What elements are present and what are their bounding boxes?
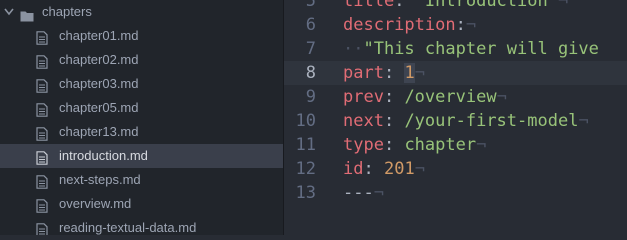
file-label: chapter03.md: [59, 76, 139, 91]
file-text-icon: [36, 29, 48, 45]
code-token: prev: [343, 87, 384, 107]
file-label: chapter02.md: [59, 52, 139, 67]
file-text-icon: [36, 221, 48, 235]
code-token: next: [343, 111, 384, 131]
line-number: 12: [295, 159, 316, 179]
line-number: 10: [295, 111, 316, 131]
code-text: ··"This chapter will give: [343, 37, 599, 61]
file-label: next-steps.md: [59, 172, 141, 187]
invisible-char: ¬: [476, 135, 487, 155]
file-label: chapter05.md: [59, 100, 139, 115]
folder-label: chapters: [42, 4, 92, 19]
file-text-icon: [36, 125, 48, 141]
code-token: :: [383, 111, 405, 131]
code-line[interactable]: 12 id: 201¬: [284, 157, 627, 181]
file-label: chapter01.md: [59, 28, 139, 43]
code-token: :: [363, 159, 384, 179]
code-line[interactable]: 11 type: chapter¬: [284, 133, 627, 157]
invisible-char: ¬: [465, 15, 477, 35]
code-line[interactable]: 10 next: /your-first-model¬: [284, 109, 627, 133]
line-number: 11: [295, 135, 316, 155]
file-row[interactable]: reading-textual-data.md: [0, 216, 283, 235]
code-token: part: [343, 63, 384, 83]
code-line-current[interactable]: 8 part: 1¬: [284, 61, 627, 85]
code-token: 201: [383, 159, 415, 179]
file-label: reading-textual-data.md: [59, 220, 197, 235]
code-token: "Introduction": [414, 0, 558, 11]
code-token: "This chapter will give: [363, 39, 599, 59]
code-text: title: "Introduction"¬: [343, 0, 568, 13]
file-text-icon: [36, 197, 48, 213]
code-line[interactable]: 7 ··"This chapter will give: [284, 37, 627, 61]
file-label: chapter13.md: [59, 124, 139, 139]
code-token: :: [383, 135, 405, 155]
code-token: :: [383, 87, 405, 107]
code-line[interactable]: 13 ---¬: [284, 181, 627, 205]
line-number: 6: [305, 15, 316, 35]
file-label: overview.md: [59, 196, 132, 211]
invisible-char: ¬: [414, 159, 425, 179]
invisible-char: ¬: [373, 183, 384, 203]
code-token: type: [343, 135, 384, 155]
file-row[interactable]: next-steps.md: [0, 168, 283, 192]
file-text-icon: [36, 173, 48, 189]
file-row[interactable]: overview.md: [0, 192, 283, 216]
file-row-selected[interactable]: introduction.md: [0, 144, 283, 168]
code-token: :: [383, 63, 405, 83]
code-token: description: [343, 15, 456, 35]
invisible-char: ¬: [578, 111, 589, 131]
file-label: introduction.md: [59, 148, 148, 163]
code-text: part: 1¬: [343, 61, 425, 85]
code-text: prev: /overview¬: [343, 85, 507, 109]
folder-icon: [20, 6, 34, 22]
file-text-icon: [36, 101, 48, 117]
invisible-char: ¬: [414, 63, 425, 83]
file-row[interactable]: chapter13.md: [0, 120, 283, 144]
file-row[interactable]: chapter03.md: [0, 72, 283, 96]
file-text-icon: [36, 149, 48, 165]
code-text: ---¬: [343, 181, 384, 205]
code-line[interactable]: 6 description:¬: [284, 13, 627, 37]
line-number: 5: [305, 0, 316, 11]
invisible-char: ··: [343, 39, 364, 59]
code-line[interactable]: 9 prev: /overview¬: [284, 85, 627, 109]
code-token: 1: [404, 63, 415, 83]
code-token: ---: [343, 183, 374, 203]
line-number: 9: [305, 87, 316, 107]
chevron-down-icon[interactable]: [4, 0, 14, 24]
code-token: :: [394, 0, 415, 11]
code-token: /your-first-model: [404, 111, 579, 131]
line-number: 8: [305, 63, 316, 83]
invisible-char: ¬: [496, 87, 507, 107]
text-editor[interactable]: 5 title: "Introduction"¬ 6 description:¬ 7 ··…: [284, 0, 627, 235]
line-number: 7: [305, 39, 316, 59]
code-line[interactable]: 5 title: "Introduction"¬: [284, 0, 627, 13]
tree-view: chapters chapter01.md chapter02.md chapter…: [0, 0, 283, 235]
code-token: /overview: [404, 87, 497, 107]
file-row[interactable]: chapter05.md: [0, 96, 283, 120]
code-token: chapter: [404, 135, 477, 155]
invisible-char: ¬: [557, 0, 569, 11]
code-text: next: /your-first-model¬: [343, 109, 589, 133]
code-text: description:¬: [343, 13, 476, 37]
file-row[interactable]: chapter01.md: [0, 24, 283, 48]
atom-window: chapters chapter01.md chapter02.md chapter…: [0, 0, 627, 235]
file-text-icon: [36, 53, 48, 69]
file-text-icon: [36, 77, 48, 93]
code-text: id: 201¬: [343, 157, 425, 181]
file-row[interactable]: chapter02.md: [0, 48, 283, 72]
folder-row-chapters[interactable]: chapters: [0, 0, 283, 24]
line-number: 13: [295, 183, 316, 203]
code-token: :: [455, 15, 466, 35]
code-token: id: [343, 159, 364, 179]
code-text: type: chapter¬: [343, 133, 486, 157]
code-token: title: [343, 0, 395, 11]
